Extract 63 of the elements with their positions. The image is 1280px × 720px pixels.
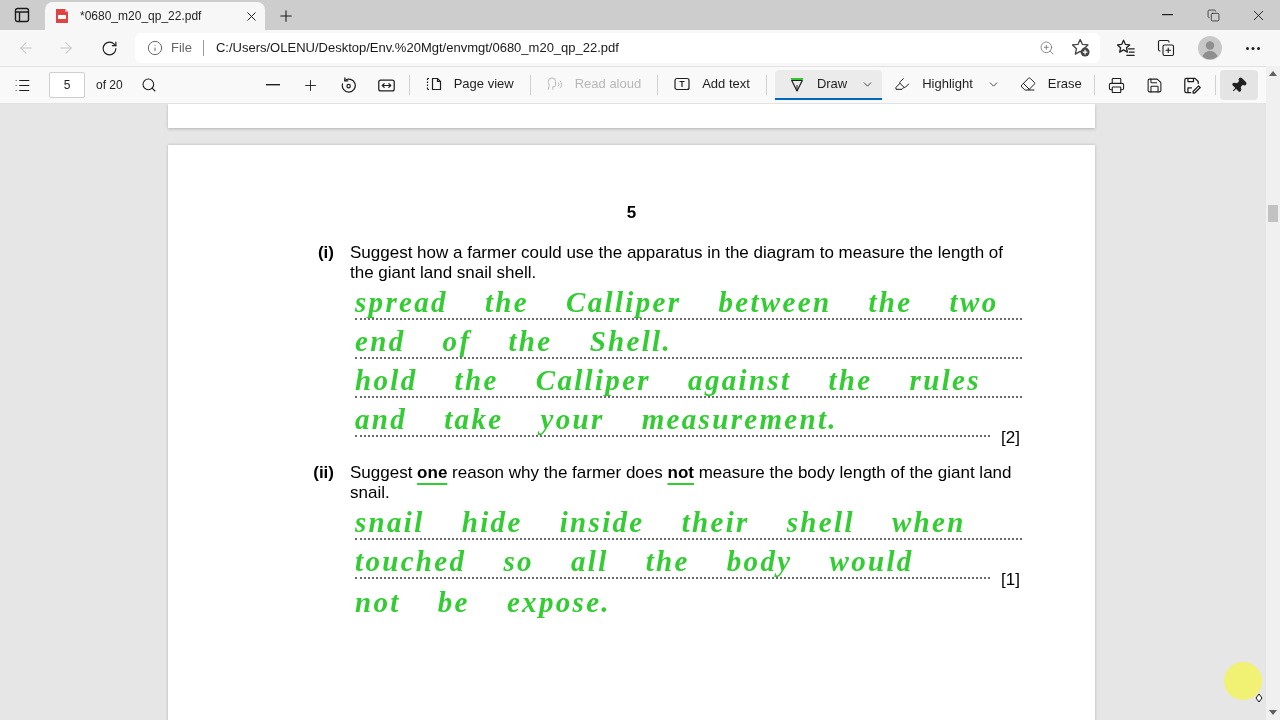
page-view-icon: [425, 76, 442, 92]
tab-actions-icon: [14, 7, 30, 23]
plus-icon: [277, 7, 295, 25]
fit-width-icon: [378, 78, 396, 92]
save-icon: [1146, 76, 1164, 94]
star-list-icon: [1117, 39, 1135, 57]
fill-in-line[interactable]: [355, 318, 1022, 320]
fill-in-line[interactable]: [355, 538, 1022, 540]
handwritten-answer: touched so all the body would: [355, 545, 914, 577]
highlighter-icon: [894, 76, 911, 92]
cursor-highlight-icon: [1222, 660, 1265, 703]
more-icon: [1246, 46, 1260, 50]
refresh-icon: [100, 39, 118, 57]
page-number: 5: [626, 203, 637, 223]
scroll-up-icon[interactable]: [1269, 71, 1277, 76]
question-text: Suggest one reason why the farmer does not measure the body length of the giant land snail.: [350, 463, 1013, 503]
rotate-icon: [340, 77, 357, 93]
printer-icon: [1108, 76, 1126, 94]
restore-icon: [1206, 8, 1220, 22]
draw-button[interactable]: Draw: [774, 70, 883, 100]
minimize-icon: [1161, 14, 1173, 16]
scroll-down-icon[interactable]: [1269, 710, 1277, 715]
fill-in-line[interactable]: [355, 435, 991, 437]
scheme-label: File: [171, 39, 192, 58]
scrollbar-thumb[interactable]: [1268, 205, 1278, 222]
avatar-icon: [1198, 36, 1222, 60]
fill-in-line[interactable]: [355, 577, 991, 579]
minus-icon: [265, 84, 280, 86]
pin-toolbar-button[interactable]: [1219, 70, 1258, 100]
fill-in-line[interactable]: [355, 357, 1022, 359]
search-icon: [140, 77, 157, 93]
question-text: Suggest how a farmer could use the apparatus in the diagram to measure the length of the giant land snail shell.: [350, 243, 1004, 283]
handwritten-answer: end of the Shell.: [355, 325, 673, 357]
address-field[interactable]: File C:/Users/OLENU/Desktop/Env.%20Mgt/envmgt/0680_m20_qp_22.pdf: [135, 33, 1100, 63]
fill-in-line[interactable]: [355, 396, 1022, 398]
pen-icon: [788, 76, 805, 92]
question-label: (i): [316, 243, 334, 264]
scrollbar-track[interactable]: [1266, 66, 1280, 720]
zoom-in-icon: [1039, 40, 1055, 56]
speaking-head-icon: [546, 76, 563, 92]
highlight-button[interactable]: Highlight: [886, 70, 1008, 100]
question-label: (ii): [312, 463, 334, 484]
browser-tab[interactable]: *0680_m20_qp_22.pdf: [45, 2, 265, 30]
page-count: of 20: [96, 77, 123, 94]
erase-button[interactable]: Erase: [1011, 70, 1090, 100]
handwritten-answer: not be expose.: [355, 586, 611, 618]
mark-allocation: [2]: [1001, 428, 1020, 448]
page-number-field[interactable]: 5: [49, 72, 85, 98]
text-box-icon: [674, 76, 691, 92]
info-icon: [147, 40, 163, 56]
handwritten-answer: hold the Calliper against the rules: [355, 364, 981, 396]
pdf-file-icon: [54, 8, 70, 24]
handwritten-answer: snail hide inside their shell when: [355, 506, 966, 538]
handwritten-answer: and take your measurement.: [355, 403, 838, 435]
page-view-button[interactable]: Page view: [417, 70, 522, 100]
collections-icon: [1157, 39, 1175, 57]
save-pencil-icon: [1184, 76, 1202, 94]
add-text-button[interactable]: Add text: [666, 70, 758, 100]
forward-arrow-icon: [57, 39, 75, 57]
star-plus-icon: [1072, 39, 1090, 57]
mark-allocation: [1]: [1001, 570, 1020, 590]
eraser-icon: [1019, 76, 1036, 92]
handwritten-answer: spread the Calliper between the two: [355, 286, 999, 318]
